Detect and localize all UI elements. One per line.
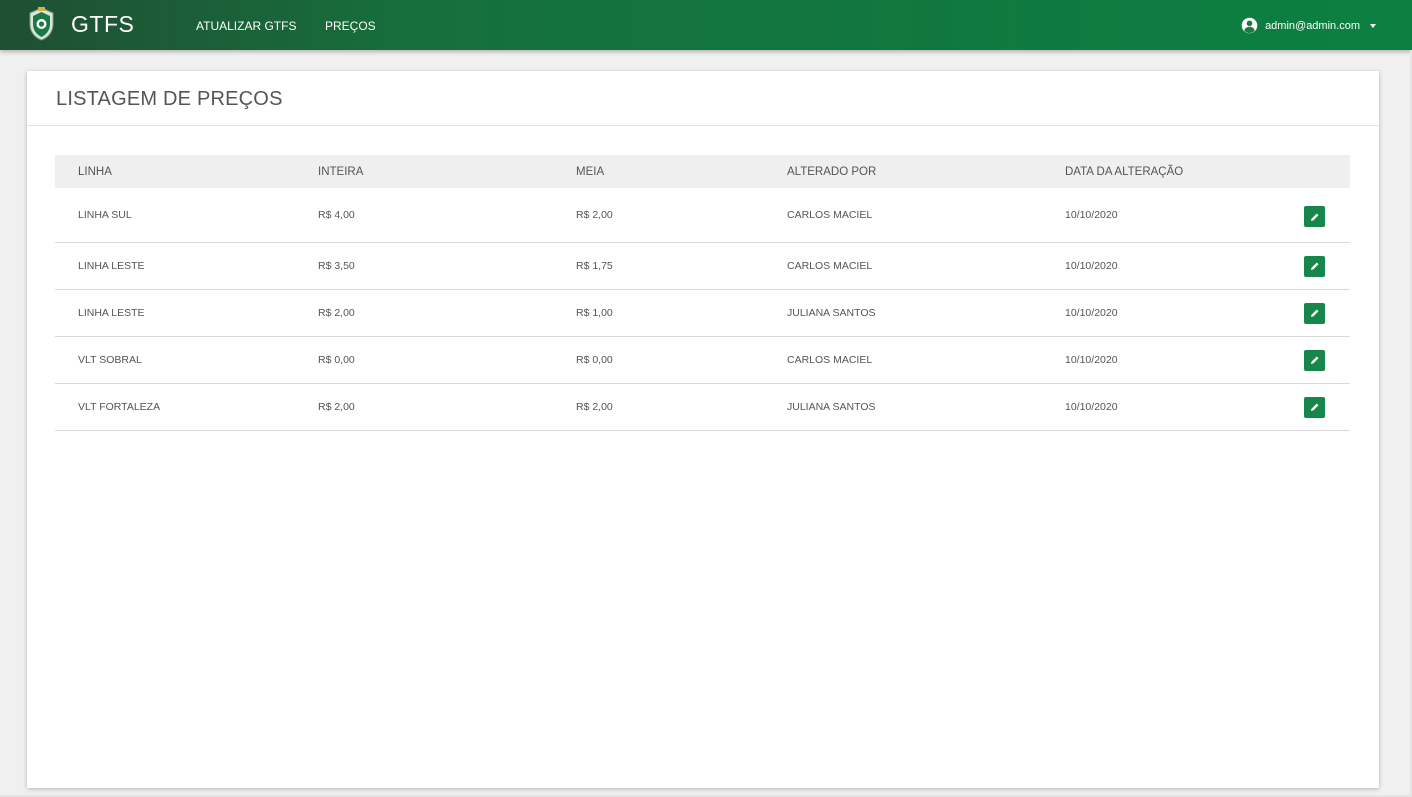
- table-row: LINHA LESTE R$ 2,00 R$ 1,00 JULIANA SANT…: [55, 289, 1350, 337]
- cell-data: 10/10/2020: [1065, 289, 1303, 337]
- cell-linha: LINHA LESTE: [55, 242, 318, 290]
- card-header: LISTAGEM DE PREÇOS: [27, 71, 1379, 126]
- caret-down-icon: [1370, 23, 1376, 28]
- prices-table: LINHA INTEIRA MEIA ALTERADO POR DATA DA …: [55, 155, 1350, 431]
- nav-atualizar-gtfs[interactable]: ATUALIZAR GTFS: [196, 19, 296, 33]
- cell-inteira: R$ 3,50: [318, 242, 576, 290]
- nav-precos[interactable]: PREÇOS: [325, 19, 376, 33]
- pencil-icon: [1310, 213, 1318, 221]
- edit-button[interactable]: [1304, 396, 1325, 418]
- cell-linha: LINHA SUL: [55, 188, 318, 243]
- cell-inteira: R$ 0,00: [318, 336, 576, 384]
- cell-inteira: R$ 4,00: [318, 188, 576, 243]
- cell-actions: [1303, 336, 1350, 384]
- column-header-data-alteracao[interactable]: DATA DA ALTERAÇÃO: [1065, 155, 1303, 188]
- cell-actions: [1303, 383, 1350, 431]
- column-header-alterado-por[interactable]: ALTERADO POR: [787, 155, 1065, 188]
- cell-meia: R$ 0,00: [576, 336, 787, 384]
- page-title: LISTAGEM DE PREÇOS: [56, 88, 283, 110]
- cell-data: 10/10/2020: [1065, 242, 1303, 290]
- user-menu[interactable]: admin@admin.com: [1241, 17, 1376, 34]
- table-row: LINHA SUL R$ 4,00 R$ 2,00 CARLOS MACIEL …: [55, 188, 1350, 243]
- edit-button[interactable]: [1304, 206, 1325, 227]
- cell-data: 10/10/2020: [1065, 336, 1303, 384]
- pencil-icon: [1310, 309, 1318, 317]
- table-row: VLT FORTALEZA R$ 2,00 R$ 2,00 JULIANA SA…: [55, 383, 1350, 431]
- edit-button[interactable]: [1304, 255, 1325, 277]
- top-navigation-bar: GTFS ATUALIZAR GTFS PREÇOS admin@admin.c…: [0, 0, 1412, 50]
- table-row: LINHA LESTE R$ 3,50 R$ 1,75 CARLOS MACIE…: [55, 242, 1350, 290]
- edit-button[interactable]: [1304, 349, 1325, 371]
- cell-actions: [1303, 289, 1350, 337]
- table-row: VLT SOBRAL R$ 0,00 R$ 0,00 CARLOS MACIEL…: [55, 336, 1350, 384]
- cell-meia: R$ 2,00: [576, 383, 787, 431]
- cell-alterado-por: JULIANA SANTOS: [787, 383, 1065, 431]
- pencil-icon: [1310, 356, 1318, 364]
- cell-meia: R$ 1,00: [576, 289, 787, 337]
- cell-linha: VLT SOBRAL: [55, 336, 318, 384]
- cell-inteira: R$ 2,00: [318, 383, 576, 431]
- column-header-actions: [1303, 155, 1350, 188]
- cell-linha: VLT FORTALEZA: [55, 383, 318, 431]
- column-header-linha[interactable]: LINHA: [55, 155, 318, 188]
- table-header-row: LINHA INTEIRA MEIA ALTERADO POR DATA DA …: [55, 155, 1350, 188]
- user-email: admin@admin.com: [1265, 19, 1360, 32]
- cell-alterado-por: JULIANA SANTOS: [787, 289, 1065, 337]
- ceara-coat-of-arms-icon[interactable]: [27, 6, 56, 42]
- pencil-icon: [1310, 403, 1318, 411]
- column-header-meia[interactable]: MEIA: [576, 155, 787, 188]
- cell-meia: R$ 1,75: [576, 242, 787, 290]
- cell-data: 10/10/2020: [1065, 383, 1303, 431]
- cell-data: 10/10/2020: [1065, 188, 1303, 243]
- cell-alterado-por: CARLOS MACIEL: [787, 336, 1065, 384]
- cell-alterado-por: CARLOS MACIEL: [787, 188, 1065, 243]
- prices-card: LISTAGEM DE PREÇOS LINHA INTEIRA MEIA AL…: [27, 71, 1379, 788]
- cell-linha: LINHA LESTE: [55, 289, 318, 337]
- brand-title[interactable]: GTFS: [71, 11, 134, 38]
- column-header-inteira[interactable]: INTEIRA: [318, 155, 576, 188]
- cell-inteira: R$ 2,00: [318, 289, 576, 337]
- pencil-icon: [1310, 262, 1318, 270]
- cell-actions: [1303, 188, 1350, 243]
- cell-alterado-por: CARLOS MACIEL: [787, 242, 1065, 290]
- edit-button[interactable]: [1304, 302, 1325, 324]
- user-circle-icon: [1241, 17, 1258, 34]
- cell-actions: [1303, 242, 1350, 290]
- cell-meia: R$ 2,00: [576, 188, 787, 243]
